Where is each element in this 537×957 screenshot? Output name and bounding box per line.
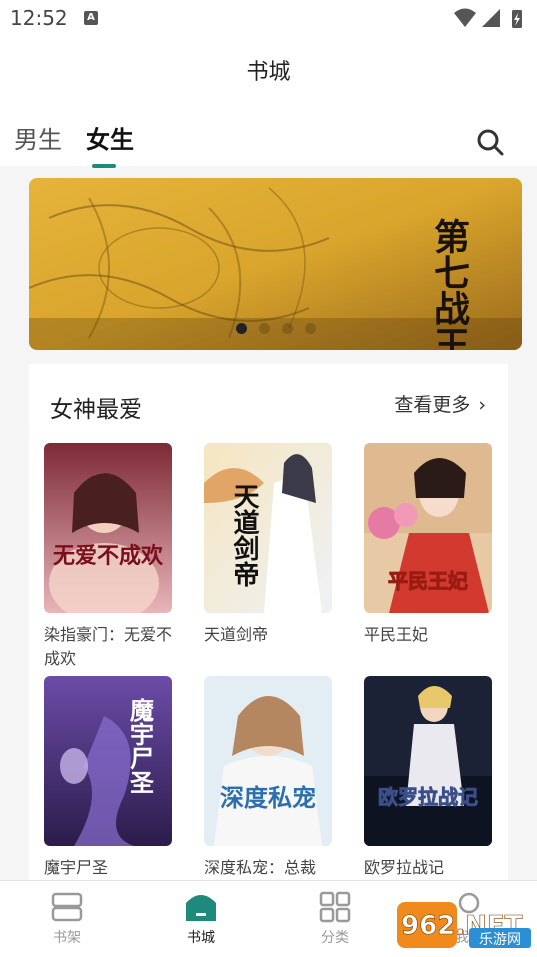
view-more-link[interactable]: 查看更多 › xyxy=(394,390,486,417)
book-card[interactable]: 欧罗拉战记 欧罗拉战记 xyxy=(364,676,492,880)
book-card[interactable]: 无爱不成欢 染指豪门：无爱不成欢 xyxy=(44,443,172,671)
tab-male[interactable]: 男生 xyxy=(14,120,62,155)
book-cover: 欧罗拉战记 xyxy=(364,676,492,846)
nav-label: 分类 xyxy=(321,930,349,946)
nav-label: 书城 xyxy=(187,930,215,946)
title-bar: 书城 xyxy=(0,36,537,106)
section-title: 女神最爱 xyxy=(50,397,142,423)
featured-section: 女神最爱 查看更多 › 无爱不成欢 染指豪门：无爱不成欢 天道剑帝 天道剑帝 平… xyxy=(29,364,508,884)
page-title: 书城 xyxy=(246,60,291,85)
bookshelf-icon xyxy=(51,892,83,922)
book-title: 深度私宠：总裁 xyxy=(204,858,317,877)
book-cover-title: 无爱不成欢 xyxy=(53,543,164,569)
book-card[interactable]: 魔宇尸圣 魔宇尸圣 xyxy=(44,676,172,880)
book-title: 欧罗拉战记 xyxy=(364,858,445,877)
status-time: 12:52 xyxy=(10,6,68,30)
status-icons xyxy=(454,8,522,28)
nav-item-category[interactable]: 分类 xyxy=(300,891,370,947)
book-cover-title: 欧罗拉战记 xyxy=(378,785,478,809)
gender-tabs: 男生 女生 xyxy=(0,106,537,168)
banner-dot[interactable] xyxy=(304,323,316,334)
book-cover: 平民王妃 xyxy=(364,443,492,613)
banner-dot[interactable] xyxy=(258,323,270,334)
view-more-label: 查看更多 xyxy=(394,394,471,416)
book-cover-title: 魔宇尸圣 xyxy=(126,697,155,794)
book-card[interactable]: 深度私宠 深度私宠：总裁 xyxy=(204,676,332,880)
book-cover: 无爱不成欢 xyxy=(44,443,172,613)
tab-active-indicator xyxy=(92,164,116,168)
banner-dot[interactable] xyxy=(235,323,247,334)
nav-item-bookstore[interactable]: 书城 xyxy=(166,891,236,947)
book-cover-title: 天道剑帝 xyxy=(229,483,259,587)
chevron-right-icon: › xyxy=(478,394,486,416)
banner-pagination xyxy=(29,319,522,338)
book-title: 平民王妃 xyxy=(364,625,429,644)
tab-female[interactable]: 女生 xyxy=(86,120,134,155)
book-cover-title: 深度私宠 xyxy=(220,783,316,812)
watermark-subtext: 乐游网 xyxy=(479,932,521,948)
nav-item-bookshelf[interactable]: 书架 xyxy=(32,891,102,947)
search-icon[interactable] xyxy=(474,126,506,158)
book-cover: 魔宇尸圣 xyxy=(44,676,172,846)
notification-icon: A xyxy=(84,11,98,25)
book-card[interactable]: 平民王妃 平民王妃 xyxy=(364,443,492,647)
book-card[interactable]: 天道剑帝 天道剑帝 xyxy=(204,443,332,647)
signal-icon xyxy=(482,9,500,27)
book-cover: 深度私宠 xyxy=(204,676,332,846)
status-bar: 12:52 A xyxy=(0,0,537,36)
wifi-icon xyxy=(454,8,476,27)
watermark-logo: 962.NET 乐游网 xyxy=(397,902,531,948)
category-grid-icon xyxy=(319,891,351,923)
book-title: 天道剑帝 xyxy=(204,625,269,644)
book-title: 魔宇尸圣 xyxy=(44,858,109,877)
book-title: 染指豪门：无爱不成欢 xyxy=(44,625,173,668)
banner-dot[interactable] xyxy=(281,323,293,334)
bookstore-icon xyxy=(186,895,216,921)
book-cover: 天道剑帝 xyxy=(204,443,332,613)
book-cover-title: 平民王妃 xyxy=(388,569,468,593)
promo-banner[interactable]: 第七战王 xyxy=(29,178,522,350)
nav-label: 书架 xyxy=(53,930,81,946)
